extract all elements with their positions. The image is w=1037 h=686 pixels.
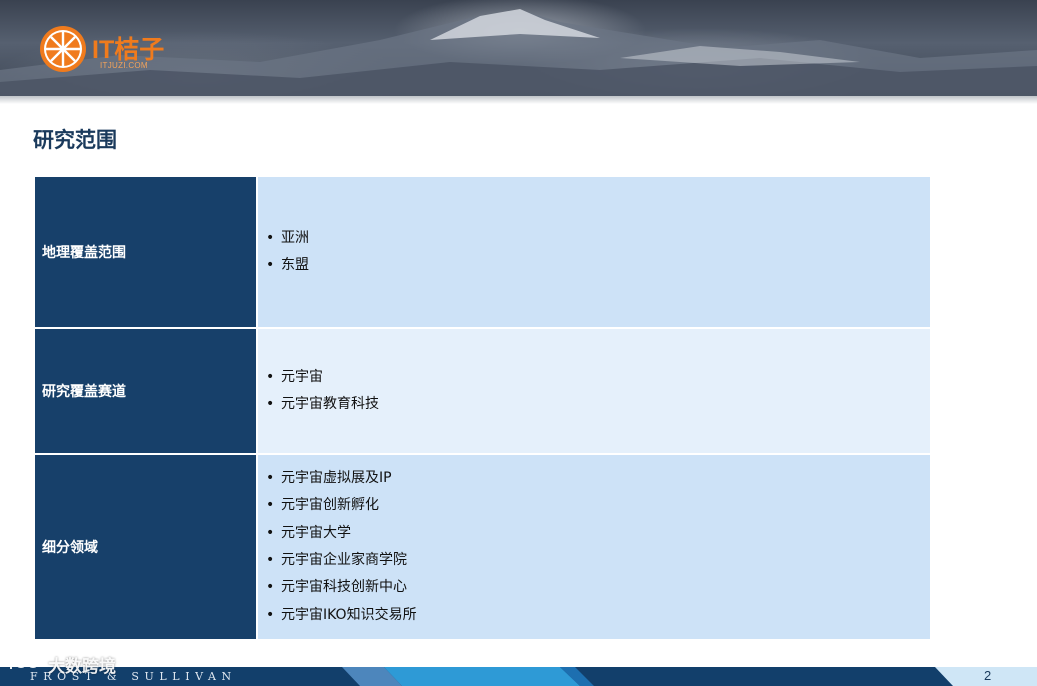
list-item: • 元宇宙科技创新中心 [266, 574, 930, 601]
footer-bar: FROST & SULLIVAN 2 [0, 667, 1037, 686]
row-content: • 元宇宙 • 元宇宙教育科技 [257, 327, 930, 454]
row-label: 研究覆盖赛道 [35, 327, 258, 454]
bullet-list: • 元宇宙虚拟展及IP • 元宇宙创新孵化 • 元宇宙大学 • 元宇宙企业家商学院 • 元… [258, 465, 930, 629]
list-item-text: 亚洲 [281, 229, 309, 246]
bullet-icon: • [266, 497, 275, 514]
list-item: • 元宇宙大学 [266, 520, 930, 547]
row-content: • 亚洲 • 东盟 [257, 177, 930, 328]
row-label: 地理覆盖范围 [35, 177, 258, 328]
header-banner: IT桔子 ITJUZI.COM [0, 0, 1037, 96]
table-row: 地理覆盖范围 • 亚洲 • 东盟 [35, 177, 930, 328]
list-item-text: 元宇宙教育科技 [281, 396, 379, 412]
list-item: • 元宇宙创新孵化 [266, 492, 930, 519]
list-item-text: 元宇宙 [281, 368, 323, 385]
page-number: 2 [984, 668, 992, 683]
list-item: • 元宇宙IKO知识交易所 [266, 602, 930, 629]
banner-divider [0, 96, 1037, 104]
row-content: • 元宇宙虚拟展及IP • 元宇宙创新孵化 • 元宇宙大学 • 元宇宙企业家商学院 • 元… [257, 453, 930, 639]
orange-slice-icon [40, 26, 86, 72]
bullet-icon: • [266, 579, 275, 596]
bullet-icon: • [266, 606, 275, 623]
bullet-icon: • [266, 469, 275, 486]
bullet-icon: • [266, 524, 275, 541]
watermark-text: 大数跨境 [48, 657, 116, 677]
bullet-icon: • [266, 552, 275, 568]
list-item-text: 元宇宙虚拟展及IP [281, 469, 392, 486]
research-scope-table: 地理覆盖范围 • 亚洲 • 东盟 研究覆盖赛道 • 元宇宙 • 元宇宙教育科技 细分领域 [35, 177, 930, 639]
itjuzi-logo: IT桔子 ITJUZI.COM [38, 24, 178, 74]
watermark-logo-icon [10, 655, 39, 669]
list-item: • 元宇宙虚拟展及IP [266, 465, 930, 492]
list-item-text: 元宇宙IKO知识交易所 [281, 606, 417, 623]
list-item-text: 元宇宙企业家商学院 [281, 552, 407, 568]
bullet-icon: • [266, 257, 275, 273]
list-item: • 元宇宙 [266, 364, 930, 391]
table-row: 细分领域 • 元宇宙虚拟展及IP • 元宇宙创新孵化 • 元宇宙大学 • 元宇宙企业家商… [35, 453, 930, 639]
bullet-icon: • [266, 368, 275, 385]
bullet-icon: • [266, 396, 275, 412]
list-item-text: 东盟 [281, 257, 309, 273]
list-item: • 元宇宙企业家商学院 [266, 547, 930, 574]
list-item-text: 元宇宙科技创新中心 [281, 579, 407, 596]
bullet-list: • 元宇宙 • 元宇宙教育科技 [258, 364, 930, 419]
row-label: 细分领域 [35, 453, 258, 639]
list-item-text: 元宇宙大学 [281, 524, 351, 541]
table-row: 研究覆盖赛道 • 元宇宙 • 元宇宙教育科技 [35, 327, 930, 454]
list-item: • 东盟 [266, 252, 930, 279]
bullet-icon: • [266, 229, 275, 246]
page-title: 研究范围 [33, 128, 117, 152]
list-item: • 元宇宙教育科技 [266, 391, 930, 418]
list-item-text: 元宇宙创新孵化 [281, 497, 379, 514]
list-item: • 亚洲 [266, 225, 930, 252]
bullet-list: • 亚洲 • 东盟 [258, 225, 930, 280]
logo-subtitle: ITJUZI.COM [100, 61, 148, 70]
